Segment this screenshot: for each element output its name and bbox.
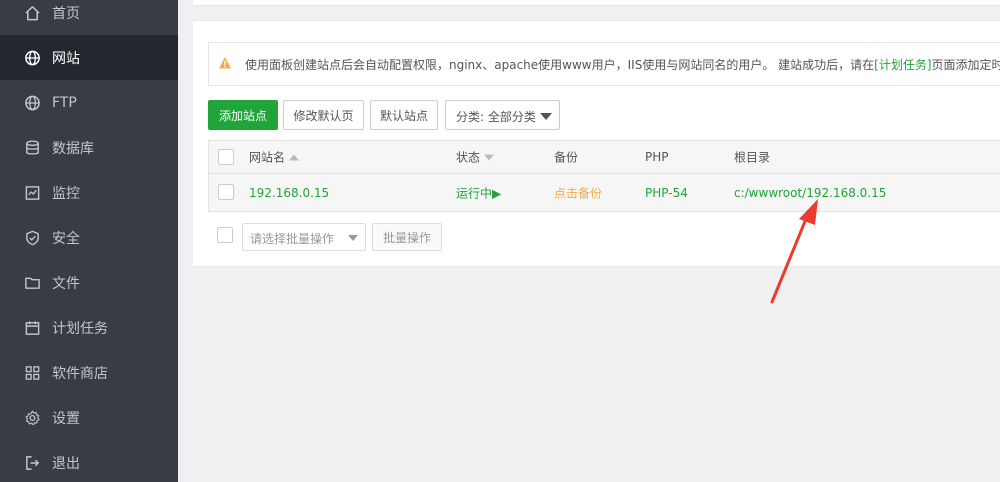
table-header: 网站名 状态 备份 PHP 根目录 (208, 140, 1000, 174)
sidebar-item-label: 网站 (52, 50, 80, 67)
calendar-icon (24, 319, 41, 336)
row-checkbox[interactable] (218, 184, 234, 200)
header-php: PHP (645, 150, 669, 164)
home-icon (24, 4, 41, 21)
site-status[interactable]: 运行中▶ (456, 184, 501, 201)
notice-bar: 使用面板创建站点后会自动配置权限，nginx、apache使用www用户，IIS… (208, 42, 1000, 86)
cron-link[interactable]: [计划任务] (874, 58, 931, 72)
batch-select-checkbox[interactable] (217, 227, 233, 243)
sidebar-item-home[interactable]: 首页 (0, 0, 178, 35)
sidebar-item-settings[interactable]: 设置 (0, 395, 178, 440)
sidebar-item-label: 软件商店 (52, 365, 108, 382)
folder-icon (24, 274, 41, 291)
select-all-checkbox[interactable] (218, 149, 234, 165)
sidebar-item-database[interactable]: 数据库 (0, 125, 178, 170)
header-root: 根目录 (734, 150, 771, 165)
chevron-down-icon (540, 113, 552, 120)
category-select-value: 分类: 全部分类 (456, 110, 536, 124)
sidebar-item-label: 退出 (52, 455, 80, 472)
chevron-down-icon (348, 235, 358, 241)
shield-icon (24, 229, 41, 246)
edit-default-page-button[interactable]: 修改默认页 (283, 100, 364, 130)
sort-asc-icon (289, 154, 300, 161)
sidebar-item-label: 监控 (52, 185, 80, 202)
warning-icon (218, 56, 232, 70)
backup-link[interactable]: 点击备份 (554, 184, 602, 201)
apps-icon (24, 364, 41, 381)
monitor-icon (24, 184, 41, 201)
header-status[interactable]: 状态 (456, 149, 495, 166)
site-list-panel: 使用面板创建站点后会自动配置权限，nginx、apache使用www用户，IIS… (193, 20, 1000, 267)
globe-icon (24, 49, 41, 66)
sidebar-item-security[interactable]: 安全 (0, 215, 178, 260)
site-name-link[interactable]: 192.168.0.15 (249, 186, 329, 200)
sidebar-item-label: 文件 (52, 275, 80, 292)
sidebar-item-website[interactable]: 网站 (0, 35, 178, 80)
sidebar-item-ftp[interactable]: FTP (0, 80, 178, 125)
sidebar-item-cron[interactable]: 计划任务 (0, 305, 178, 350)
default-site-button[interactable]: 默认站点 (370, 100, 438, 130)
sidebar-item-label: FTP (52, 94, 77, 111)
table-row: 192.168.0.15 运行中▶ 点击备份 PHP-54 c:/wwwroot… (208, 174, 1000, 212)
top-panel-edge (193, 0, 1000, 6)
logout-icon (24, 454, 41, 471)
sidebar-item-label: 安全 (52, 230, 80, 247)
php-version-link[interactable]: PHP-54 (645, 186, 688, 200)
sidebar: 首页 网站 FTP 数据库 监控 安全 文件 计划任务 软件商店 设置 退出 (0, 0, 178, 482)
batch-operation-button[interactable]: 批量操作 (372, 223, 442, 251)
sidebar-item-label: 首页 (52, 5, 80, 22)
header-name[interactable]: 网站名 (249, 149, 300, 166)
add-site-button[interactable]: 添加站点 (208, 100, 278, 130)
batch-operation-select[interactable]: 请选择批量操作 (242, 223, 366, 251)
sidebar-item-files[interactable]: 文件 (0, 260, 178, 305)
sidebar-item-label: 计划任务 (52, 320, 108, 337)
sort-desc-icon (484, 154, 495, 161)
category-select[interactable]: 分类: 全部分类 (445, 100, 560, 130)
sidebar-item-store[interactable]: 软件商店 (0, 350, 178, 395)
sidebar-item-monitor[interactable]: 监控 (0, 170, 178, 215)
gear-icon (24, 409, 41, 426)
header-backup: 备份 (554, 150, 579, 165)
sidebar-item-label: 数据库 (52, 140, 94, 157)
sidebar-item-logout[interactable]: 退出 (0, 440, 178, 482)
database-icon (24, 139, 41, 156)
notice-text: 使用面板创建站点后会自动配置权限，nginx、apache使用www用户，IIS… (245, 58, 1000, 72)
root-dir-link[interactable]: c:/wwwroot/192.168.0.15 (734, 186, 886, 200)
batch-select-placeholder: 请选择批量操作 (250, 232, 335, 246)
globe-icon (24, 94, 41, 111)
sidebar-item-label: 设置 (52, 410, 80, 427)
